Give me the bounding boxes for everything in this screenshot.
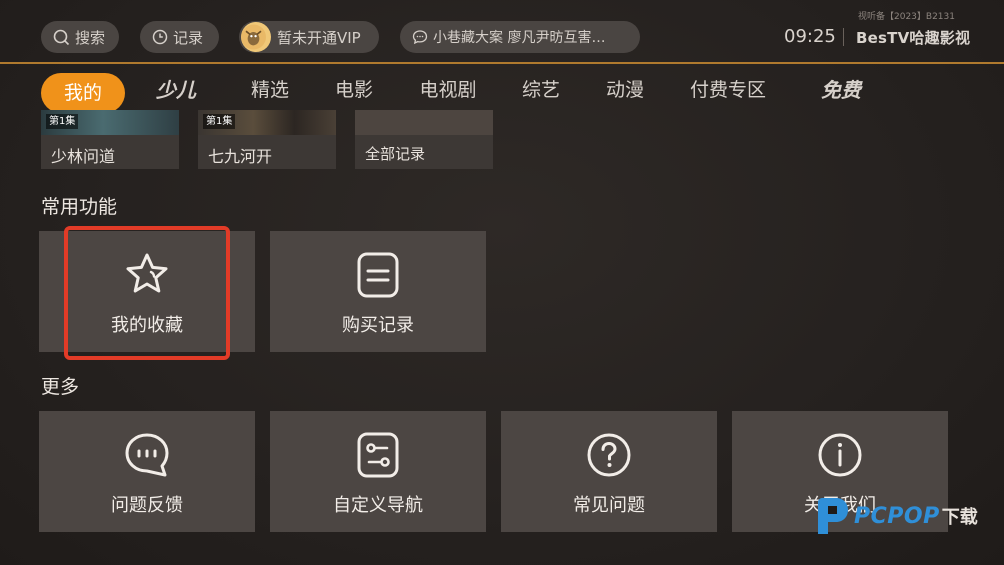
chat-bubble-icon [125,433,169,477]
watermark-suffix: 下载 [941,507,978,528]
license-text: 视听备【2023】B2131 [858,12,955,22]
search-button[interactable]: 搜索 [41,21,119,53]
history-title: 少林问道 [51,147,116,166]
tab-paid[interactable]: 付费专区 [685,70,771,110]
info-icon [818,433,862,477]
tab-free[interactable]: 免费 [815,70,867,110]
watermark-text: PCPOP [854,503,940,529]
record-label: 记录 [173,28,204,47]
tab-mine[interactable]: 我的 [41,73,125,113]
message-text: 小巷藏大案 廖凡尹昉互害… [433,30,606,46]
message-icon [412,30,428,45]
history-item[interactable]: 第1集 少林问道 [41,110,179,169]
watermark: PCPOP 下载 [814,496,978,536]
top-bar: 搜索 记录 暂未开通VIP 小巷藏大案 廖凡尹昉互害… 视听备【2023】B21… [0,0,1004,64]
custom-nav-label: 自定义导航 [333,495,423,516]
history-title: 七九河开 [208,147,273,166]
tab-kids[interactable]: 少儿 [150,70,202,110]
purchase-history-label: 购买记录 [342,315,414,336]
episode-badge: 第1集 [46,114,79,129]
divider [843,28,844,46]
feedback-label: 问题反馈 [111,495,183,516]
history-item[interactable]: 第1集 七九河开 [198,110,336,169]
thumbnail [355,110,493,135]
question-icon [587,433,631,477]
nav-tabs: 我的 少儿 精选 电影 电视剧 综艺 动漫 付费专区 免费 [0,70,1004,114]
section-title-common: 常用功能 [41,196,118,218]
top-divider [0,62,1004,64]
avatar [241,22,271,52]
watermark-logo-icon [818,498,848,534]
search-icon [53,29,70,45]
vip-label: 暂未开通VIP [277,28,361,47]
tab-variety[interactable]: 综艺 [517,70,565,110]
all-history-label: 全部记录 [365,145,426,163]
tab-tv-series[interactable]: 电视剧 [415,70,481,110]
custom-nav-card[interactable]: 自定义导航 [270,411,486,532]
section-title-more: 更多 [41,376,80,398]
purchase-history-card[interactable]: 购买记录 [270,231,486,352]
focus-highlight [64,226,230,360]
receipt-icon [357,252,399,298]
all-history-button[interactable]: 全部记录 [355,110,493,169]
clock: 09:25 [784,26,836,47]
brand-logo: BesTV哈趣影视 [856,29,971,47]
tab-anime[interactable]: 动漫 [601,70,649,110]
faq-card[interactable]: 常见问题 [501,411,717,532]
message-ticker[interactable]: 小巷藏大案 廖凡尹昉互害… [400,21,640,53]
episode-badge: 第1集 [203,114,236,129]
avatar-icon [241,24,266,50]
clock-icon [152,29,168,45]
tab-featured[interactable]: 精选 [246,70,294,110]
tab-movies[interactable]: 电影 [330,70,378,110]
record-button[interactable]: 记录 [140,21,219,53]
feedback-card[interactable]: 问题反馈 [39,411,255,532]
sliders-icon [357,432,399,478]
vip-button[interactable]: 暂未开通VIP [239,21,379,53]
search-label: 搜索 [75,28,106,47]
faq-label: 常见问题 [573,495,645,516]
